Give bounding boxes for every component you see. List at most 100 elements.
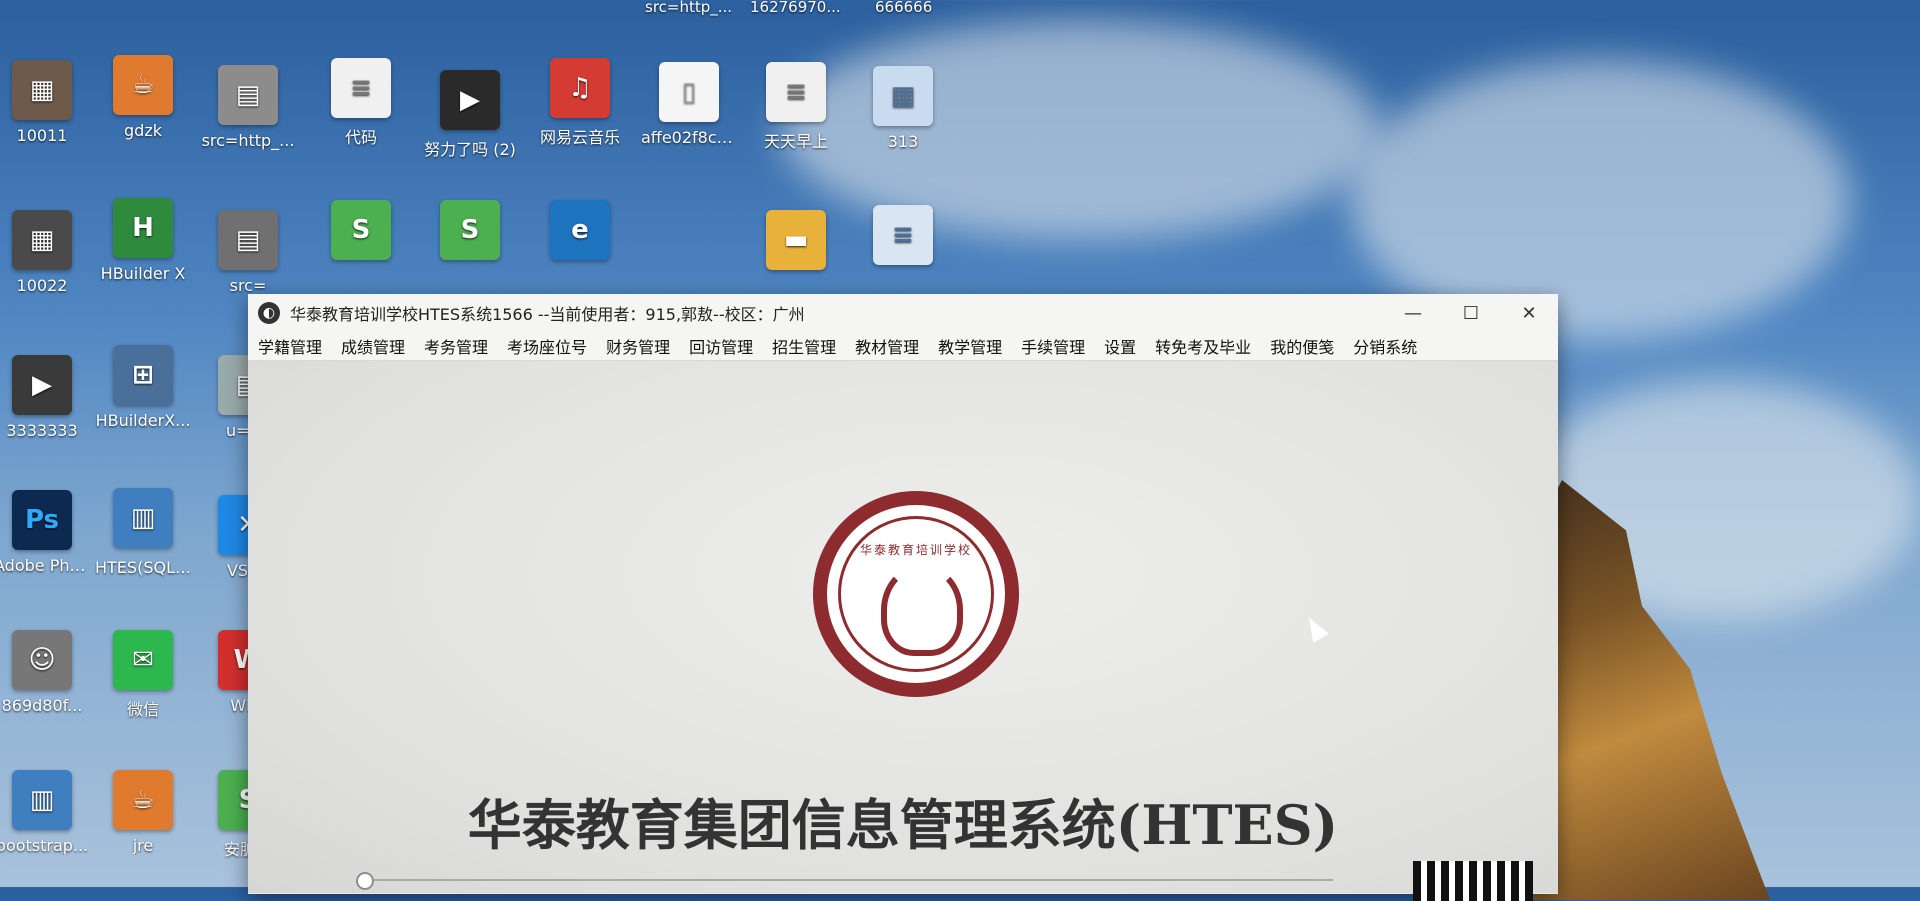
image-icon: ▦ — [12, 60, 72, 120]
menu-finance[interactable]: 财务管理 — [606, 334, 670, 358]
maximize-button[interactable]: ☐ — [1442, 294, 1500, 332]
desktop-icon[interactable]: ▦ 313 — [855, 66, 951, 151]
document-icon: ≡ — [873, 205, 933, 265]
htes-app-window: ◐ 华泰教育培训学校HTES系统1566 --当前使用者：915,郭敖--校区：… — [248, 294, 1558, 901]
image-icon: ▤ — [218, 210, 278, 270]
desktop-icon[interactable]: Ps Adobe Photosh... — [0, 490, 90, 575]
desktop-icon[interactable]: e — [532, 200, 628, 266]
icon-label: 努力了吗 (2) — [424, 140, 516, 159]
icon-label: HBuilderX... — [95, 411, 191, 430]
icon-label: src= — [229, 276, 267, 295]
menu-grades[interactable]: 成绩管理 — [341, 334, 405, 358]
desktop-icon[interactable]: ▤ src=http_... — [200, 65, 296, 150]
spreadsheet-icon: ▦ — [873, 66, 933, 126]
icon-label: HBuilder X — [100, 264, 186, 283]
icon-label: src=http_... — [201, 131, 295, 150]
desktop-icon[interactable]: ⊞ HBuilderX... — [95, 345, 191, 430]
icon-label: jre — [132, 836, 154, 855]
menu-my-notes[interactable]: 我的便笺 — [1270, 334, 1334, 358]
hbuilder-icon: H — [113, 198, 173, 258]
window-title: 华泰教育培训学校HTES系统1566 --当前使用者：915,郭敖--校区：广州 — [290, 305, 805, 324]
minimize-button[interactable]: — — [1384, 294, 1442, 332]
menu-procedures[interactable]: 手续管理 — [1021, 334, 1085, 358]
video-icon: ▶ — [12, 355, 72, 415]
menu-seat-numbers[interactable]: 考场座位号 — [507, 334, 587, 358]
icon-label: 天天早上 — [763, 132, 828, 151]
icon-label: HTES(SQL版)(2) — [95, 558, 191, 577]
desktop-icon[interactable]: ▤ src= — [200, 210, 296, 295]
menu-teaching[interactable]: 教学管理 — [938, 334, 1002, 358]
system-headline: 华泰教育集团信息管理系统(HTES) — [467, 793, 1339, 857]
desktop-icon[interactable]: ≡ 代码 — [313, 58, 409, 148]
desktop-icon[interactable]: ▶ 努力了吗 (2) — [422, 70, 518, 160]
icon-label: bootstrap... — [0, 836, 89, 855]
photo-icon: ☺ — [12, 630, 72, 690]
desktop-icon[interactable]: ▥ bootstrap... — [0, 770, 90, 855]
icon-label: 10022 — [16, 276, 68, 295]
desktop-icon[interactable]: ✉ 微信 — [95, 630, 191, 720]
icon-label: Adobe Photosh... — [0, 556, 90, 575]
desktop-icon[interactable]: ▦ 10011 — [0, 60, 90, 145]
image-icon: ▤ — [218, 65, 278, 125]
wechat-icon: ✉ — [113, 630, 173, 690]
archive-icon: ▥ — [12, 770, 72, 830]
wps-sheet-icon: S — [331, 200, 391, 260]
qr-code-icon — [1413, 861, 1533, 901]
main-menubar: 学籍管理 成绩管理 考务管理 考场座位号 财务管理 回访管理 招生管理 教材管理… — [248, 332, 1558, 361]
java-icon: ☕ — [113, 770, 173, 830]
menu-followup[interactable]: 回访管理 — [689, 334, 753, 358]
desktop-icon[interactable]: ≡ — [855, 205, 951, 271]
icon-label: 313 — [887, 132, 919, 151]
mouse-cursor-icon — [1301, 613, 1329, 643]
icon-label: 10011 — [16, 126, 68, 145]
icon-label: affe02f8c5... — [641, 128, 737, 147]
installer-icon: ⊞ — [113, 345, 173, 405]
photoshop-icon: Ps — [12, 490, 72, 550]
desktop-icon[interactable]: ▥ HTES(SQL版)(2) — [95, 488, 191, 578]
seal-ring: 华泰教育培训学校 — [827, 505, 1005, 683]
desktop-icon[interactable]: ☺ 869d80f... — [0, 630, 90, 715]
desktop-icon[interactable]: ☕ gdzk — [95, 55, 191, 140]
splash-content: 华泰教育培训学校 华泰教育集团信息管理系统(HTES) — [248, 361, 1558, 901]
wps-sheet-icon: S — [440, 200, 500, 260]
desktop-icon[interactable]: ▶ 3333333 — [0, 355, 90, 440]
progress-track — [363, 879, 1333, 881]
java-icon: ☕ — [113, 55, 173, 115]
desktop-icon[interactable]: ☕ jre — [95, 770, 191, 855]
menu-distribution[interactable]: 分销系统 — [1353, 334, 1417, 358]
netease-music-icon: ♫ — [550, 58, 610, 118]
folder-icon: ▬ — [766, 210, 826, 270]
seal-text: 华泰教育培训学校 — [859, 543, 972, 557]
menu-exemption-graduation[interactable]: 转免考及毕业 — [1155, 334, 1251, 358]
progress-knob[interactable] — [356, 872, 374, 890]
image-icon: ▦ — [12, 210, 72, 270]
desktop-icon[interactable]: S — [422, 200, 518, 266]
desktop-icon[interactable]: ≡ 天天早上 — [748, 62, 844, 152]
desktop-icon[interactable]: ♫ 网易云音乐 — [532, 58, 628, 148]
icon-label: 网易云音乐 — [539, 128, 620, 147]
icon-label: 869d80f... — [1, 696, 83, 715]
window-controls: — ☐ ✕ — [1384, 294, 1558, 332]
menu-exam-affairs[interactable]: 考务管理 — [424, 334, 488, 358]
app-logo-icon: ◐ — [258, 302, 280, 324]
window-titlebar[interactable]: ◐ 华泰教育培训学校HTES系统1566 --当前使用者：915,郭敖--校区：… — [248, 294, 1558, 332]
phoenix-emblem-icon — [881, 564, 963, 656]
seal-core: 华泰教育培训学校 — [838, 516, 994, 672]
document-icon: ≡ — [766, 62, 826, 122]
desktop-icon[interactable]: ▦ 10022 — [0, 210, 90, 295]
desktop-icon[interactable]: ▬ — [748, 210, 844, 276]
menu-textbooks[interactable]: 教材管理 — [855, 334, 919, 358]
icon-label: 微信 — [126, 700, 159, 719]
icon-label: gdzk — [124, 121, 162, 140]
menu-settings[interactable]: 设置 — [1104, 334, 1136, 358]
archive-icon: ▥ — [113, 488, 173, 548]
document-icon: ≡ — [331, 58, 391, 118]
close-button[interactable]: ✕ — [1500, 294, 1558, 332]
desktop-icon[interactable]: H HBuilder X — [95, 198, 191, 283]
menu-enrollment[interactable]: 招生管理 — [772, 334, 836, 358]
menu-student-records[interactable]: 学籍管理 — [258, 334, 322, 358]
file-icon: ▯ — [659, 62, 719, 122]
desktop-icon[interactable]: S — [313, 200, 409, 266]
icon-label: 3333333 — [6, 421, 78, 440]
desktop-icon[interactable]: ▯ affe02f8c5... — [641, 62, 737, 147]
